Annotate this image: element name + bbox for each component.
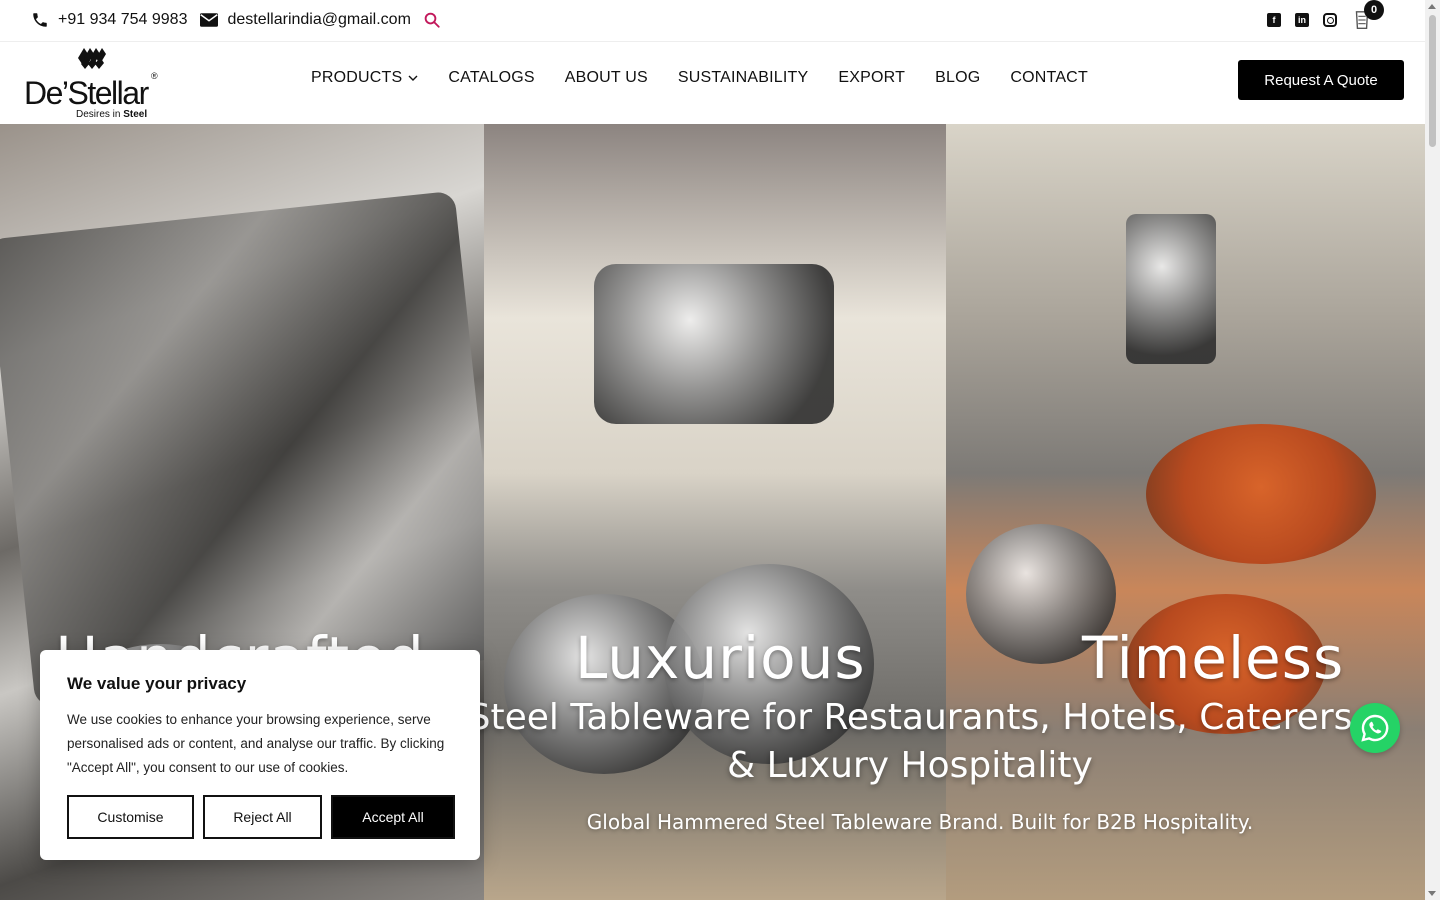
steel-basket-image bbox=[594, 264, 834, 424]
scroll-up-arrow[interactable] bbox=[1428, 4, 1436, 9]
social-links: f in 0 bbox=[1267, 0, 1384, 31]
search-icon[interactable] bbox=[423, 11, 441, 29]
scroll-down-arrow[interactable] bbox=[1428, 891, 1436, 896]
reject-all-button[interactable]: Reject All bbox=[203, 795, 322, 839]
customise-button[interactable]: Customise bbox=[67, 795, 194, 839]
whatsapp-icon bbox=[1361, 714, 1389, 742]
top-bar: +91 934 754 9983 destellarindia@gmail.co… bbox=[0, 0, 1425, 42]
phone-number[interactable]: +91 934 754 9983 bbox=[58, 11, 187, 29]
whatsapp-chat-button[interactable] bbox=[1350, 703, 1400, 753]
nav-item-contact[interactable]: CONTACT bbox=[1010, 69, 1088, 87]
page-scrollbar[interactable] bbox=[1425, 0, 1440, 900]
cookie-title: We value your privacy bbox=[67, 674, 247, 693]
main-nav: PRODUCTS CATALOGS ABOUT US SUSTAINABILIT… bbox=[311, 69, 1118, 87]
nav-item-blog[interactable]: BLOG bbox=[935, 69, 980, 87]
nav-item-catalogs[interactable]: CATALOGS bbox=[448, 69, 534, 87]
linkedin-icon[interactable]: in bbox=[1295, 13, 1309, 27]
svg-text:®: ® bbox=[151, 71, 158, 81]
cart-button[interactable]: 0 bbox=[1351, 0, 1384, 31]
facebook-icon[interactable]: f bbox=[1267, 13, 1281, 27]
hero-word-timeless: Timeless bbox=[1082, 624, 1345, 692]
nav-item-sustainability[interactable]: SUSTAINABILITY bbox=[678, 69, 809, 87]
cookie-actions: Customise Reject All Accept All bbox=[67, 795, 455, 839]
contact-info: +91 934 754 9983 destellarindia@gmail.co… bbox=[30, 10, 441, 30]
nav-item-about-us[interactable]: ABOUT US bbox=[565, 69, 648, 87]
cart-count-badge: 0 bbox=[1364, 0, 1384, 20]
cookie-body: We use cookies to enhance your browsing … bbox=[67, 712, 445, 775]
nav-item-label: PRODUCTS bbox=[311, 69, 403, 86]
cookie-consent-banner: We value your privacy We use cookies to … bbox=[40, 650, 480, 860]
brand-logo[interactable]: De’Stellar ® Desires in Steel bbox=[22, 44, 162, 120]
steel-tumbler-image bbox=[1126, 214, 1216, 364]
envelope-icon bbox=[199, 10, 219, 30]
email-address[interactable]: destellarindia@gmail.com bbox=[227, 11, 410, 29]
accept-all-button[interactable]: Accept All bbox=[331, 795, 455, 839]
scroll-thumb[interactable] bbox=[1429, 15, 1436, 147]
instagram-icon[interactable] bbox=[1323, 13, 1337, 27]
hero-subtitle: Global Hammered Steel Tableware Brand. B… bbox=[586, 810, 1254, 834]
hero-title: Steel Tableware for Restaurants, Hotels,… bbox=[420, 694, 1400, 790]
phone-icon bbox=[30, 10, 50, 30]
request-quote-button[interactable]: Request A Quote bbox=[1238, 60, 1404, 100]
hero-title-line-1: Steel Tableware for Restaurants, Hotels,… bbox=[467, 697, 1353, 738]
hero-title-line-2: & Luxury Hospitality bbox=[727, 745, 1093, 786]
nav-item-export[interactable]: EXPORT bbox=[838, 69, 905, 87]
chevron-down-icon bbox=[408, 73, 418, 83]
food-bowl-image bbox=[1146, 424, 1376, 564]
nav-item-products[interactable]: PRODUCTS bbox=[311, 69, 418, 87]
main-header: De’Stellar ® Desires in Steel PRODUCTS C… bbox=[0, 42, 1425, 124]
svg-text:De’Stellar: De’Stellar bbox=[24, 75, 150, 111]
hero-word-luxurious: Luxurious bbox=[575, 624, 866, 692]
svg-text:Desires in Steel: Desires in Steel bbox=[76, 109, 147, 120]
